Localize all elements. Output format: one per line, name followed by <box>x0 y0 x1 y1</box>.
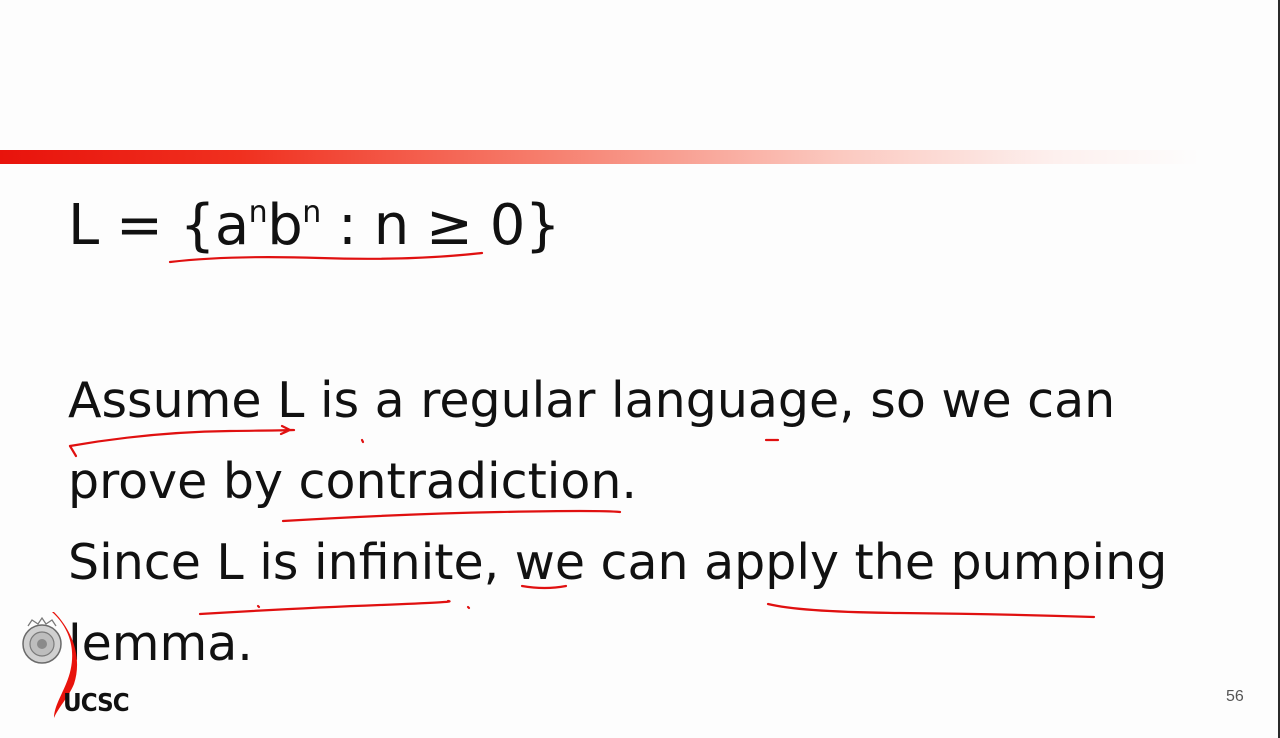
dot-infinite <box>256 604 261 609</box>
set-definition-mid: b <box>267 193 303 258</box>
body-line-3: Since L is infinite, we can apply the pu… <box>68 534 1168 591</box>
set-definition-suffix: : n ≥ 0} <box>320 193 560 258</box>
page-number: 56 <box>1226 688 1244 705</box>
underline-pumping <box>766 602 1096 619</box>
dot-is <box>360 438 365 444</box>
title-accent-bar <box>0 150 1200 164</box>
language-definition: L = {anbn : n ≥ 0} <box>68 188 561 264</box>
body-line-2: prove by contradiction. <box>68 453 638 510</box>
slide: L = {anbn : n ≥ 0} Assume L is a regular… <box>0 0 1280 738</box>
set-definition-prefix: L = {a <box>68 193 249 258</box>
dot-comma <box>466 605 471 610</box>
body-line-1: Assume L is a regular language, so we ca… <box>68 372 1116 429</box>
exponent-n-1: n <box>248 195 268 230</box>
university-crest-icon <box>22 616 62 664</box>
logo-wordmark: UCSC <box>63 688 130 717</box>
exponent-n-2: n <box>302 195 321 230</box>
